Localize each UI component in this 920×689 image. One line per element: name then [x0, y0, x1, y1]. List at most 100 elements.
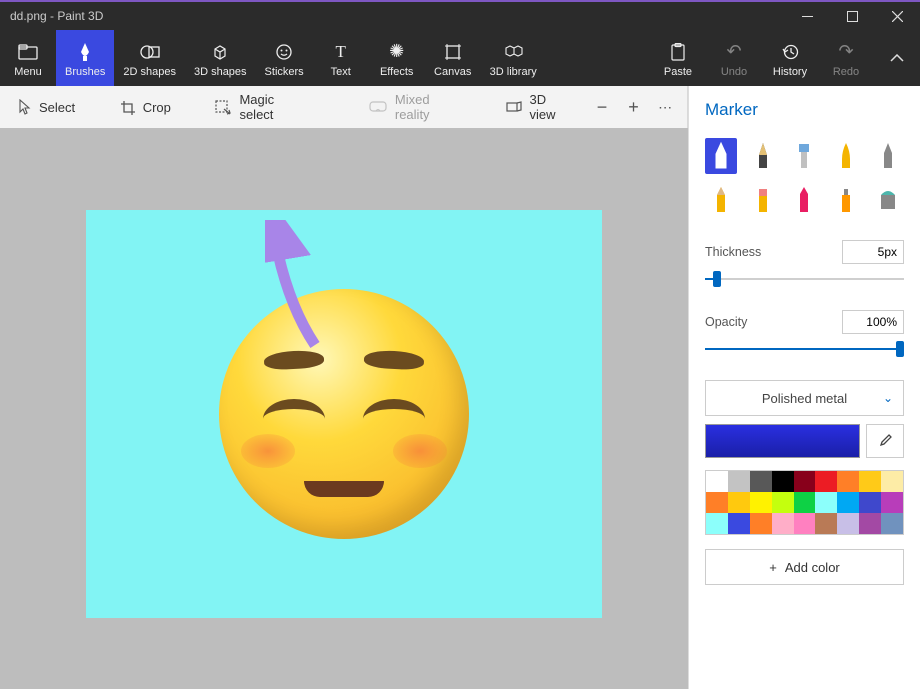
- redo-button[interactable]: ↷ Redo: [818, 30, 874, 86]
- emoji-face-image: [219, 289, 469, 539]
- palette-swatch[interactable]: [815, 471, 837, 492]
- paste-label: Paste: [664, 66, 692, 78]
- palette-swatch[interactable]: [706, 471, 728, 492]
- palette-swatch[interactable]: [750, 471, 772, 492]
- undo-icon: ↶: [726, 41, 741, 63]
- crop-button[interactable]: Crop: [110, 92, 181, 122]
- thickness-slider[interactable]: [705, 270, 904, 288]
- crop-icon: [120, 100, 135, 115]
- text-label: Text: [331, 66, 351, 78]
- palette-swatch[interactable]: [750, 492, 772, 513]
- brush-watercolor[interactable]: [830, 138, 862, 174]
- folder-icon: [18, 41, 38, 63]
- brush-eraser[interactable]: [747, 182, 779, 218]
- palette-swatch[interactable]: [881, 471, 903, 492]
- 3d-shapes-tab[interactable]: 3D shapes: [185, 30, 256, 86]
- more-button[interactable]: ⋯: [651, 92, 679, 122]
- palette-swatch[interactable]: [859, 513, 881, 534]
- 3d-library-label: 3D library: [490, 66, 537, 78]
- zoom-in-button[interactable]: +: [620, 92, 648, 122]
- sidebar-title: Marker: [705, 100, 904, 120]
- canvas-area[interactable]: [0, 128, 688, 689]
- brush-pencil[interactable]: [705, 182, 737, 218]
- palette-swatch[interactable]: [706, 513, 728, 534]
- history-button[interactable]: History: [762, 30, 818, 86]
- cursor-icon: [18, 99, 31, 115]
- titlebar: dd.png - Paint 3D: [0, 0, 920, 30]
- palette-swatch[interactable]: [750, 513, 772, 534]
- palette-swatch[interactable]: [881, 492, 903, 513]
- color-palette: [705, 470, 904, 535]
- brush-marker[interactable]: [705, 138, 737, 174]
- 3d-view-label: 3D view: [530, 92, 571, 122]
- magic-select-button[interactable]: Magic select: [205, 92, 314, 122]
- palette-swatch[interactable]: [794, 513, 816, 534]
- palette-swatch[interactable]: [815, 513, 837, 534]
- undo-label: Undo: [721, 66, 747, 78]
- brush-calligraphy[interactable]: [747, 138, 779, 174]
- canvas[interactable]: [86, 210, 602, 618]
- secondary-toolbar: Select Crop Magic select Mixed reality 3…: [0, 86, 688, 128]
- 3d-library-tab[interactable]: 3D library: [481, 30, 546, 86]
- eyedropper-button[interactable]: [866, 424, 904, 458]
- effects-label: Effects: [380, 66, 413, 78]
- palette-swatch[interactable]: [837, 513, 859, 534]
- palette-swatch[interactable]: [772, 471, 794, 492]
- add-color-button[interactable]: + Add color: [705, 549, 904, 585]
- view-3d-icon: [505, 101, 522, 114]
- minimize-button[interactable]: [785, 2, 830, 30]
- maximize-button[interactable]: [830, 2, 875, 30]
- menu-button[interactable]: Menu: [0, 30, 56, 86]
- palette-swatch[interactable]: [859, 471, 881, 492]
- select-label: Select: [39, 100, 75, 115]
- stickers-tab[interactable]: Stickers: [256, 30, 313, 86]
- palette-swatch[interactable]: [837, 492, 859, 513]
- palette-swatch[interactable]: [728, 471, 750, 492]
- crop-label: Crop: [143, 100, 171, 115]
- brush-pixel[interactable]: [872, 138, 904, 174]
- brush-icon: [77, 41, 93, 63]
- palette-swatch[interactable]: [728, 492, 750, 513]
- menu-label: Menu: [14, 66, 42, 78]
- palette-swatch[interactable]: [728, 513, 750, 534]
- paste-button[interactable]: Paste: [650, 30, 706, 86]
- 3d-view-button[interactable]: 3D view: [495, 92, 581, 122]
- brush-grid: [705, 138, 904, 218]
- palette-swatch[interactable]: [837, 471, 859, 492]
- opacity-input[interactable]: [842, 310, 904, 334]
- palette-swatch[interactable]: [881, 513, 903, 534]
- opacity-slider[interactable]: [705, 340, 904, 358]
- mixed-reality-icon: [369, 101, 387, 113]
- current-color-swatch[interactable]: [705, 424, 860, 458]
- brush-fill[interactable]: [872, 182, 904, 218]
- stickers-icon: [275, 41, 293, 63]
- palette-swatch[interactable]: [794, 471, 816, 492]
- brush-spray[interactable]: [830, 182, 862, 218]
- thickness-input[interactable]: [842, 240, 904, 264]
- effects-tab[interactable]: ✺ Effects: [369, 30, 425, 86]
- undo-button[interactable]: ↶ Undo: [706, 30, 762, 86]
- stickers-label: Stickers: [265, 66, 304, 78]
- palette-swatch[interactable]: [772, 492, 794, 513]
- palette-swatch[interactable]: [815, 492, 837, 513]
- material-select[interactable]: Polished metal ⌄: [705, 380, 904, 416]
- brushes-tab[interactable]: Brushes: [56, 30, 114, 86]
- palette-swatch[interactable]: [859, 492, 881, 513]
- 2d-shapes-label: 2D shapes: [123, 66, 176, 78]
- palette-swatch[interactable]: [772, 513, 794, 534]
- brush-crayon[interactable]: [789, 182, 821, 218]
- close-button[interactable]: [875, 2, 920, 30]
- magic-select-icon: [215, 100, 231, 115]
- brush-oil[interactable]: [789, 138, 821, 174]
- zoom-out-button[interactable]: −: [588, 92, 616, 122]
- collapse-ribbon-button[interactable]: [874, 30, 920, 86]
- select-button[interactable]: Select: [8, 92, 85, 122]
- window-buttons: [785, 2, 920, 30]
- mixed-reality-button: Mixed reality: [359, 92, 470, 122]
- chevron-down-icon: ⌄: [883, 391, 893, 405]
- canvas-tab[interactable]: Canvas: [425, 30, 481, 86]
- 2d-shapes-tab[interactable]: 2D shapes: [114, 30, 185, 86]
- text-tab[interactable]: T Text: [313, 30, 369, 86]
- palette-swatch[interactable]: [706, 492, 728, 513]
- palette-swatch[interactable]: [794, 492, 816, 513]
